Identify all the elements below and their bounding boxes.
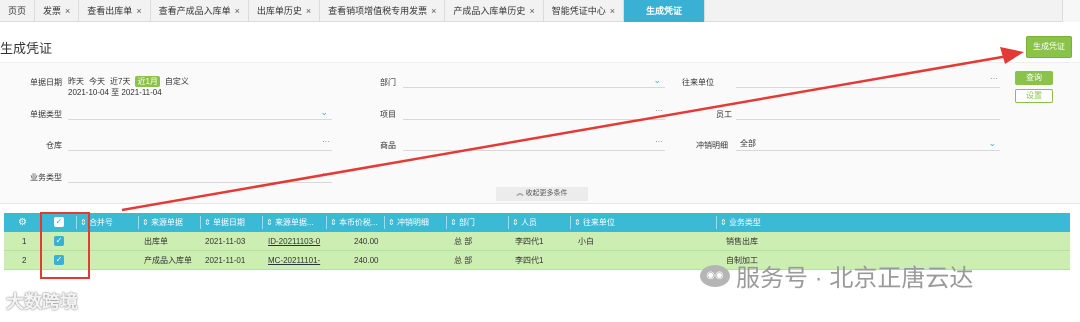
page-root: 页页 发票 × 查看出库单 × 查看产成品入库单 × 出库单历史 × 查看销项增值税专用… — [0, 0, 1080, 322]
watermark-text: 大数跨境 — [6, 292, 78, 312]
watermark-text: 服务号 · 北京正唐云达 — [736, 265, 974, 292]
arrow-line — [121, 54, 1009, 212]
wechat-icon: ◉◉ — [700, 264, 730, 287]
watermark-logo-left: 大数跨境 — [6, 288, 78, 314]
arrow-head — [1000, 47, 1024, 64]
watermark-wechat: ◉◉ 服务号 · 北京正唐云达 — [700, 258, 973, 293]
